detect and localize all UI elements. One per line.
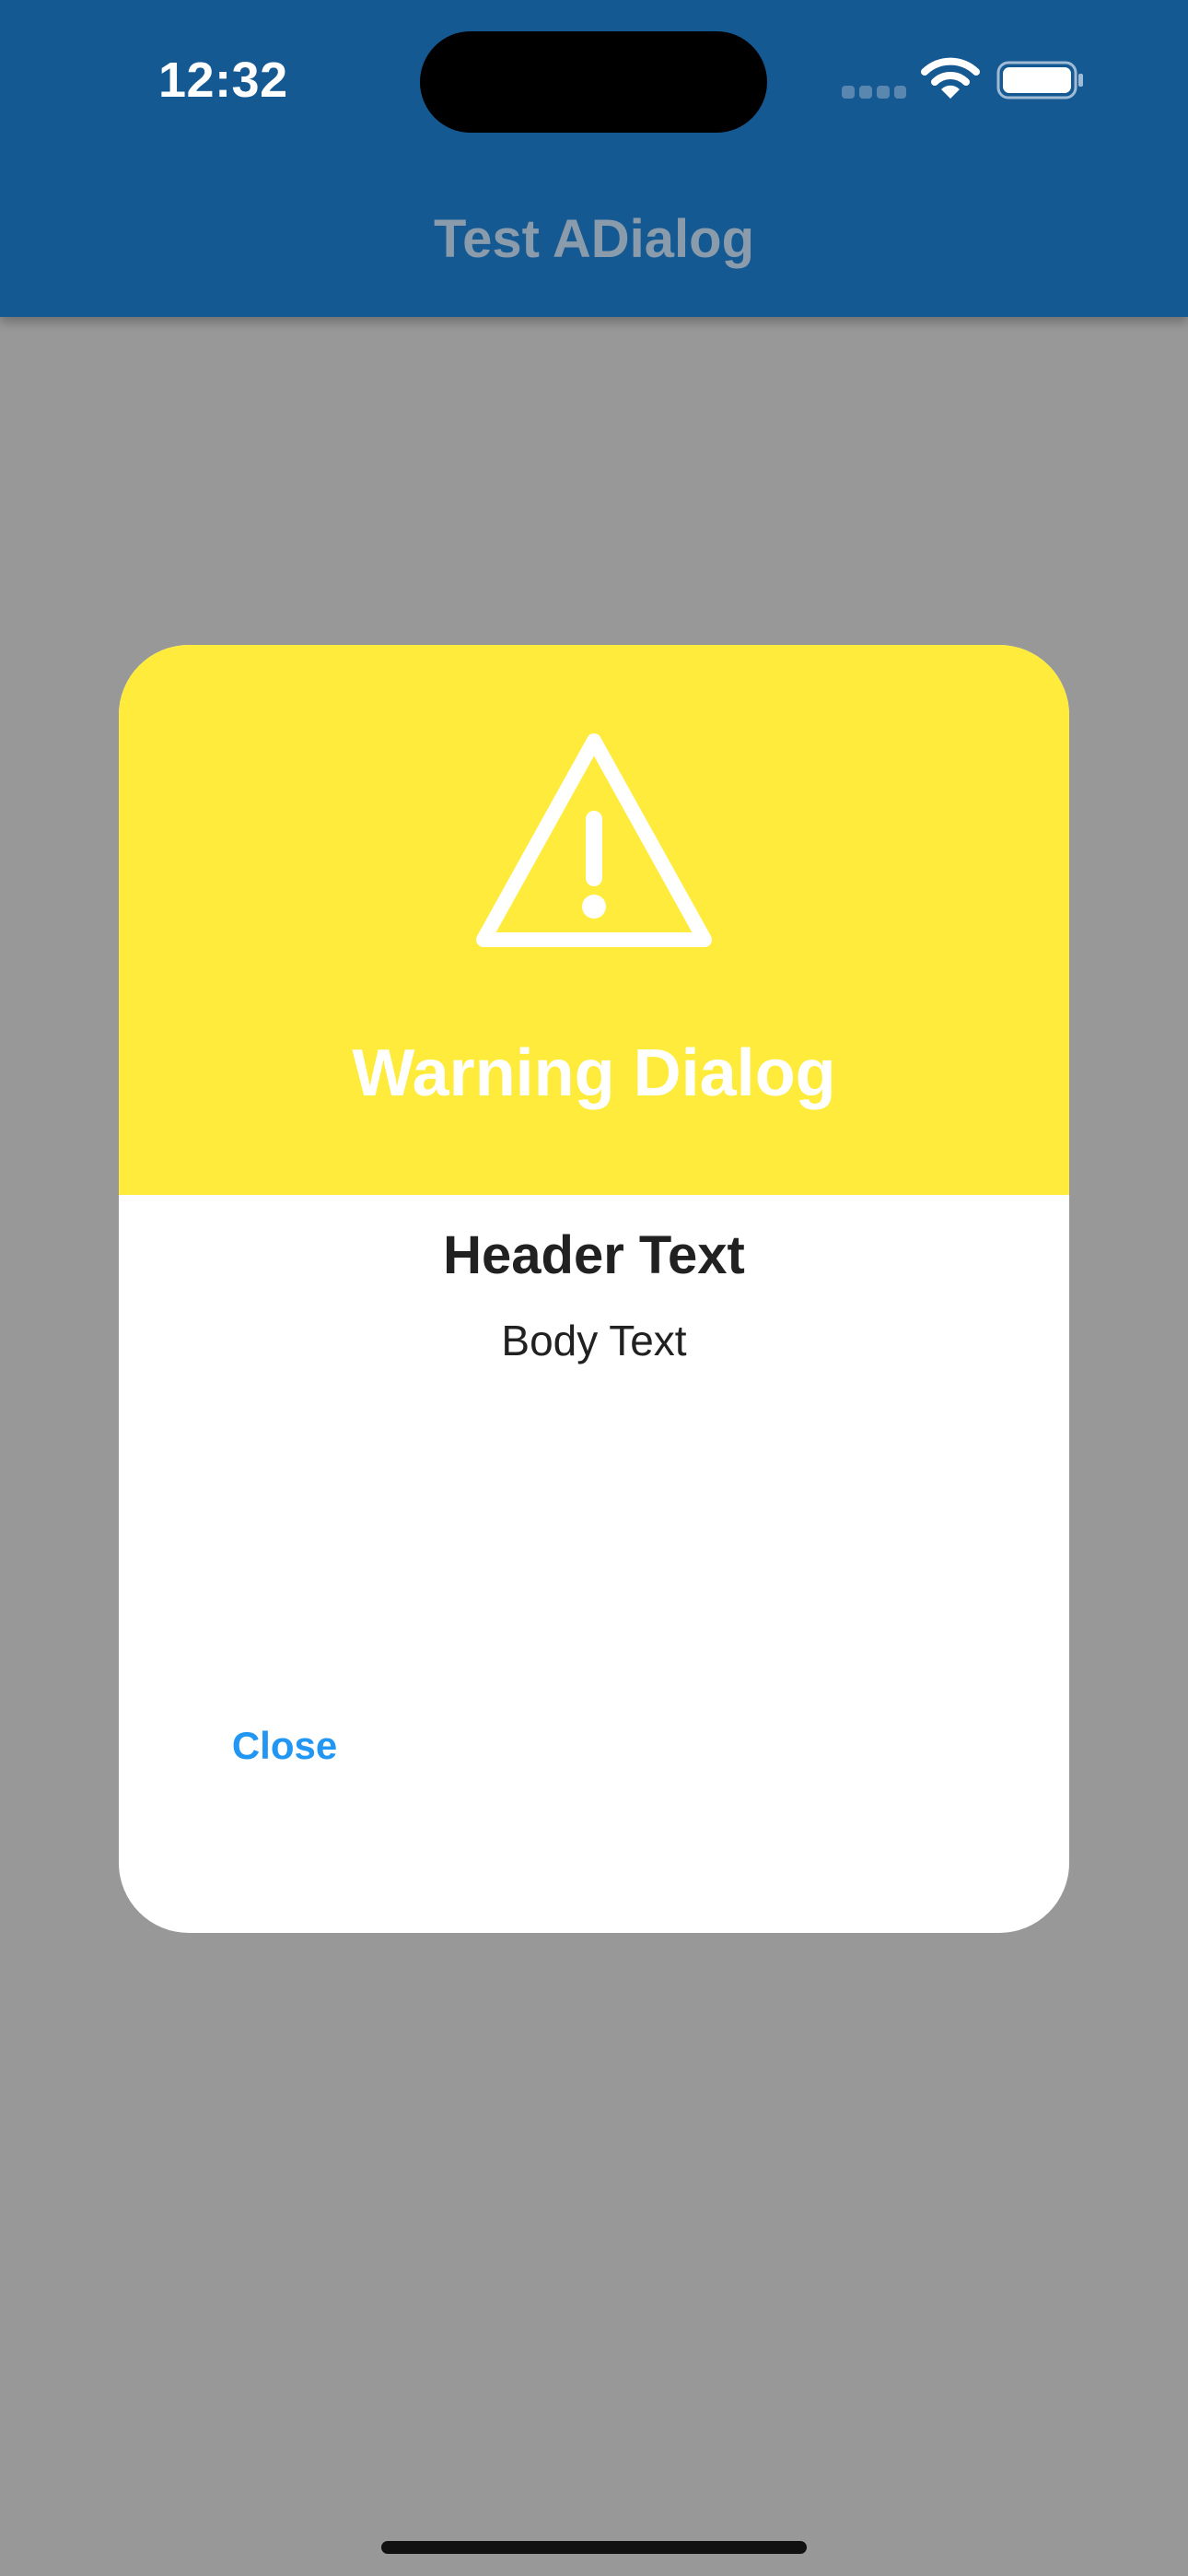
warning-dialog: Warning Dialog Header Text Body Text Clo…	[119, 645, 1069, 1933]
status-time: 12:32	[158, 53, 288, 108]
battery-icon	[996, 61, 1083, 100]
dialog-header: Warning Dialog	[119, 645, 1069, 1195]
close-button[interactable]: Close	[211, 1714, 358, 1778]
cellular-signal-icon	[842, 86, 906, 99]
warning-triangle-icon	[476, 733, 712, 947]
home-indicator[interactable]	[381, 2541, 807, 2554]
dynamic-island	[420, 31, 767, 133]
dialog-body-text: Body Text	[501, 1317, 687, 1364]
dialog-title: Warning Dialog	[352, 1036, 836, 1110]
app-title: Test ADialog	[433, 209, 755, 269]
wifi-icon	[921, 57, 980, 99]
app-bar: 12:32 Test ADialog	[0, 0, 1188, 317]
dialog-header-text: Header Text	[443, 1225, 745, 1285]
